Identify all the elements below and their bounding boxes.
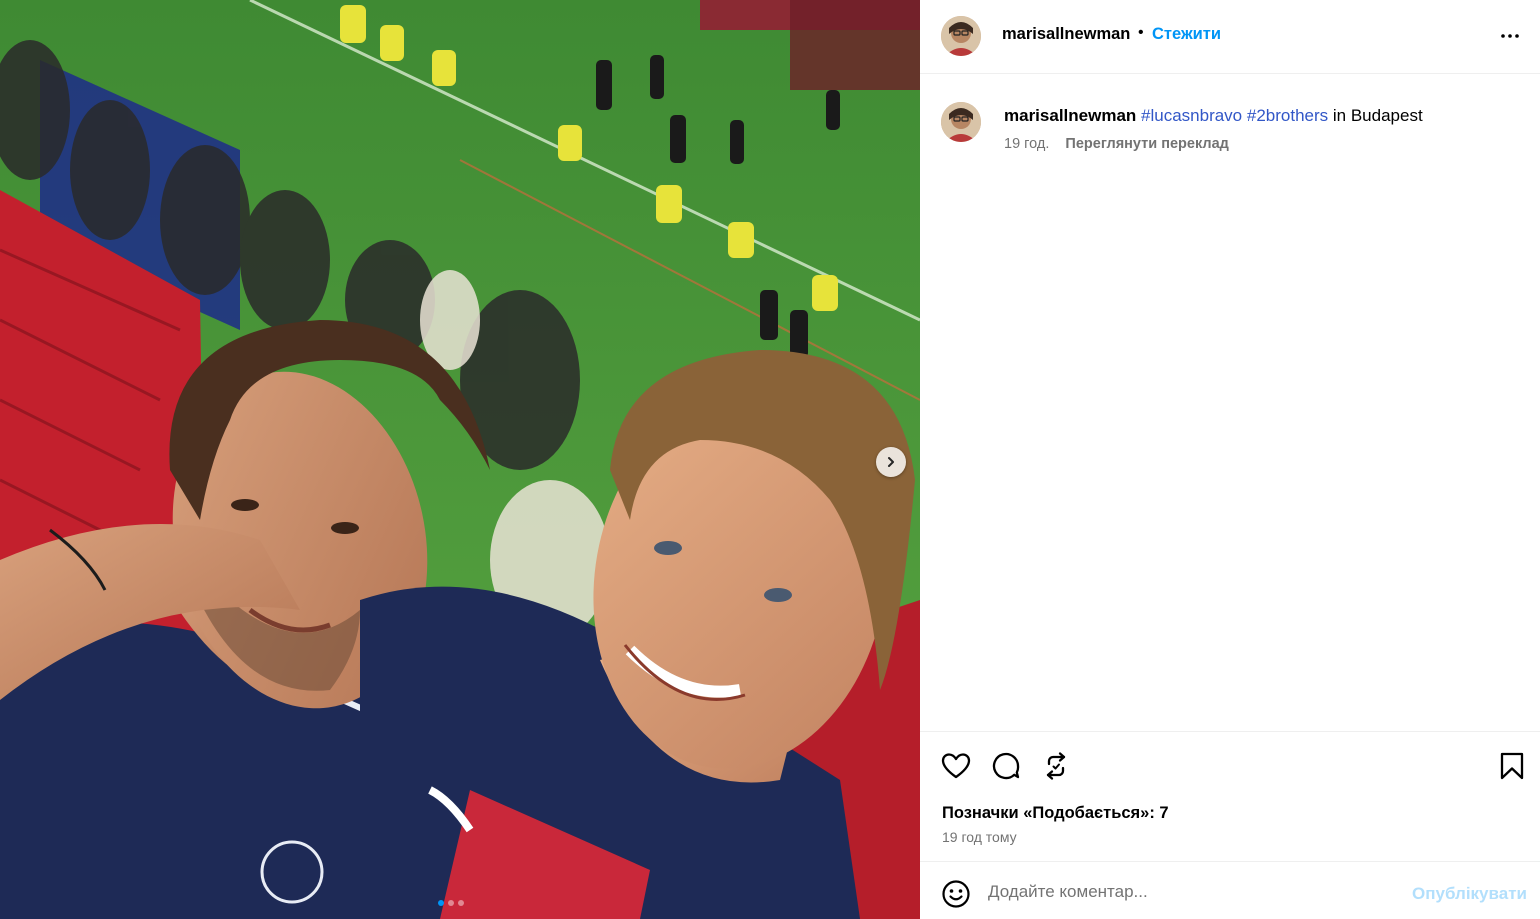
carousel-dot — [438, 900, 444, 906]
post-comment-button[interactable]: Опублікувати — [1412, 884, 1527, 904]
caption-location: in Budapest — [1332, 106, 1423, 125]
caption-age: 19 год. — [1004, 136, 1050, 152]
bookmark-icon — [1500, 752, 1524, 780]
repost-button[interactable] — [1040, 750, 1072, 782]
hashtag-link[interactable]: #lucasnbravo — [1141, 106, 1242, 125]
like-button[interactable] — [940, 750, 972, 782]
avatar[interactable] — [941, 16, 981, 56]
avatar[interactable] — [941, 102, 981, 142]
heart-icon — [941, 753, 971, 779]
avatar-image — [941, 16, 981, 56]
carousel-indicator — [438, 900, 464, 906]
more-horizontal-icon — [1501, 34, 1519, 38]
caption-meta: 19 год. Переглянути переклад — [1004, 136, 1229, 152]
chevron-right-icon — [888, 457, 894, 467]
smiley-icon — [942, 880, 970, 908]
hashtag-link[interactable]: #2brothers — [1247, 106, 1328, 125]
see-translation-link[interactable]: Переглянути переклад — [1065, 136, 1228, 152]
more-options-button[interactable] — [1498, 24, 1522, 48]
caption-text: marisallnewman #lucasnbravo #2brothers i… — [1004, 106, 1423, 126]
comment-button[interactable] — [990, 750, 1022, 782]
post-photo — [0, 0, 920, 919]
save-button[interactable] — [1496, 750, 1528, 782]
follow-button[interactable]: Стежити — [1152, 25, 1221, 44]
separator-dot: • — [1138, 24, 1144, 41]
comment-input[interactable] — [988, 876, 1398, 908]
post-details-panel: marisallnewman • Стежити marisallnewman — [920, 0, 1540, 919]
emoji-button[interactable] — [941, 879, 971, 909]
post-timestamp[interactable]: 19 год тому — [942, 829, 1017, 845]
likes-count[interactable]: Позначки «Подобається»: 7 — [942, 804, 1169, 823]
carousel-dot — [458, 900, 464, 906]
comment-icon — [992, 752, 1020, 780]
carousel-dot — [448, 900, 454, 906]
post-media[interactable] — [0, 0, 920, 919]
post-actions: Позначки «Подобається»: 7 19 год тому — [920, 731, 1540, 861]
carousel-next-button[interactable] — [876, 447, 906, 477]
add-comment-bar: Опублікувати — [920, 861, 1540, 919]
post-header: marisallnewman • Стежити — [920, 0, 1540, 74]
avatar-image — [941, 102, 981, 142]
author-username[interactable]: marisallnewman — [1002, 25, 1130, 44]
repost-icon — [1046, 752, 1066, 780]
caption-username[interactable]: marisallnewman — [1004, 106, 1136, 125]
